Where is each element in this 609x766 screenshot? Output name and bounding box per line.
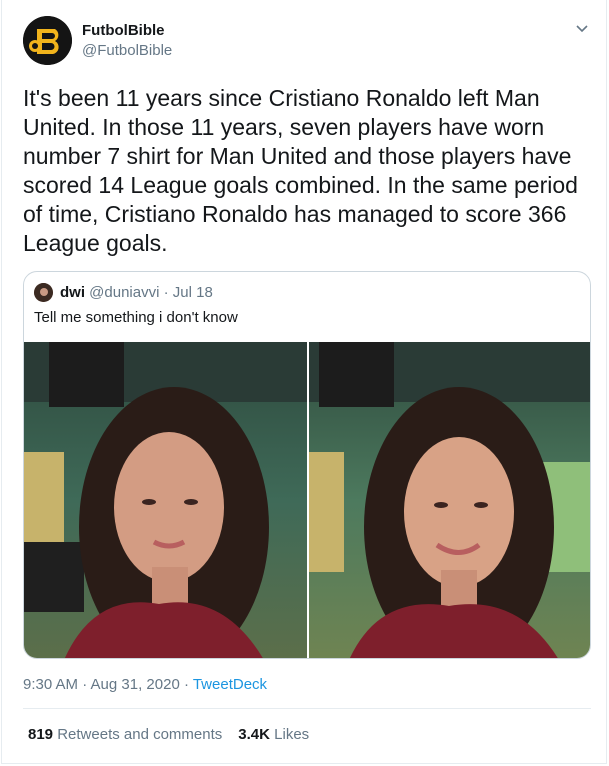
tweet-stats: 819 Retweets and comments 3.4K Likes [28, 726, 309, 743]
quoted-date: · Jul 18 [159, 284, 213, 301]
likes-label: Likes [274, 726, 310, 743]
account-handle[interactable]: @FutbolBible [82, 42, 172, 59]
tweet-text: It's been 11 years since Cristiano Ronal… [23, 85, 578, 256]
tweet-meta: 9:30 AM · Aug 31, 2020 · TweetDeck [23, 676, 267, 693]
tweet-source-link[interactable]: TweetDeck [193, 676, 267, 693]
likes-stat[interactable]: 3.4K Likes [238, 726, 309, 743]
retweets-stat[interactable]: 819 Retweets and comments [28, 726, 222, 743]
tweet-timestamp[interactable]: 9:30 AM · Aug 31, 2020 · [23, 676, 193, 693]
retweets-count: 819 [28, 726, 54, 743]
quoted-avatar [34, 283, 53, 302]
likes-count: 3.4K [238, 726, 270, 743]
quoted-photo-right[interactable] [309, 342, 590, 658]
quoted-photo-left[interactable] [24, 342, 307, 658]
quoted-name: dwi [60, 284, 85, 301]
quoted-text: Tell me something i don't know [34, 309, 238, 326]
divider [23, 708, 591, 709]
chevron-down-icon[interactable] [575, 22, 589, 34]
quoted-tweet[interactable]: dwi @duniavvi · Jul 18 Tell me something… [23, 271, 591, 659]
quoted-handle: @duniavvi [89, 284, 160, 301]
futbolbible-logo-icon[interactable] [23, 16, 72, 65]
account-name[interactable]: FutbolBible [82, 22, 165, 39]
retweets-label: Retweets and comments [57, 726, 223, 743]
